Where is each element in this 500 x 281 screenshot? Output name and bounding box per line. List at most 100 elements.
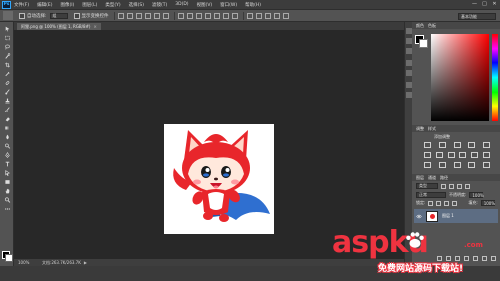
zoom-level[interactable]: 100%	[18, 260, 32, 265]
distribute-center-icon[interactable]	[213, 12, 220, 19]
posterize-icon[interactable]	[438, 162, 446, 168]
tab-styles[interactable]: 样式	[428, 126, 436, 132]
blend-mode-select[interactable]: 正常	[416, 192, 446, 198]
invert-icon[interactable]	[424, 162, 431, 168]
move-tool-icon[interactable]	[3, 25, 11, 32]
3d-scale-icon[interactable]	[282, 12, 289, 19]
menu-view[interactable]: 视图(V)	[197, 2, 213, 8]
tab-color[interactable]: 颜色	[416, 23, 424, 29]
tab-channels[interactable]: 通道	[428, 175, 436, 181]
photo-filter-icon[interactable]	[459, 152, 467, 158]
panel-background-swatch[interactable]	[419, 39, 428, 48]
status-menu-arrow-icon[interactable]: ▶	[84, 260, 87, 265]
brightness-icon[interactable]	[424, 142, 431, 148]
filter-type-icon[interactable]	[457, 183, 462, 189]
quick-select-tool-icon[interactable]	[3, 52, 11, 59]
3d-slide-icon[interactable]	[273, 12, 280, 19]
maximize-button[interactable]: □	[481, 1, 488, 7]
align-right-icon[interactable]	[162, 12, 169, 19]
filter-shape-icon[interactable]	[465, 183, 470, 189]
eyedropper-tool-icon[interactable]	[3, 70, 11, 77]
clone-stamp-tool-icon[interactable]	[3, 97, 11, 104]
distribute-left-icon[interactable]	[204, 12, 211, 19]
marquee-tool-icon[interactable]	[3, 34, 11, 41]
black-white-icon[interactable]	[447, 152, 455, 158]
menu-layer[interactable]: 图层(L)	[82, 2, 97, 8]
selective-color-icon[interactable]	[483, 162, 490, 168]
align-top-icon[interactable]	[117, 12, 124, 19]
color-balance-icon[interactable]	[435, 152, 443, 158]
menu-help[interactable]: 帮助(H)	[245, 2, 261, 8]
distribute-middle-icon[interactable]	[186, 12, 193, 19]
rectangle-tool-icon[interactable]	[3, 178, 11, 185]
healing-brush-tool-icon[interactable]	[3, 79, 11, 86]
filter-adjustment-icon[interactable]	[449, 183, 454, 189]
threshold-icon[interactable]	[453, 162, 461, 168]
align-bottom-icon[interactable]	[135, 12, 142, 19]
close-button[interactable]: ✕	[491, 1, 498, 7]
distribute-right-icon[interactable]	[222, 12, 229, 19]
show-transform-checkbox[interactable]	[73, 12, 80, 19]
menu-type[interactable]: 类型(Y)	[105, 2, 120, 8]
hue-saturation-icon[interactable]	[424, 152, 431, 158]
move-tool-preset-icon[interactable]	[3, 11, 13, 20]
menu-window[interactable]: 窗口(W)	[220, 2, 237, 8]
minimize-button[interactable]: —	[471, 1, 478, 7]
hand-tool-icon[interactable]	[3, 187, 11, 194]
blur-tool-icon[interactable]	[3, 133, 11, 140]
distribute-top-icon[interactable]	[177, 12, 184, 19]
curves-icon[interactable]	[453, 142, 461, 148]
lasso-tool-icon[interactable]	[3, 43, 11, 50]
align-left-icon[interactable]	[144, 12, 151, 19]
align-center-icon[interactable]	[153, 12, 160, 19]
menu-edit[interactable]: 编辑(E)	[37, 2, 52, 8]
gradient-tool-icon[interactable]	[3, 124, 11, 131]
levels-icon[interactable]	[438, 142, 446, 148]
zoom-tool-icon[interactable]	[3, 196, 11, 203]
eraser-tool-icon[interactable]	[3, 115, 11, 122]
auto-select-dropdown[interactable]: 组	[49, 12, 68, 19]
auto-select-checkbox[interactable]	[19, 12, 25, 19]
auto-align-icon[interactable]	[231, 12, 238, 19]
crop-tool-icon[interactable]	[3, 61, 11, 68]
close-tab-icon[interactable]: ×	[93, 24, 96, 29]
type-tool-icon[interactable]	[3, 160, 11, 167]
visibility-eye-icon[interactable]	[416, 214, 422, 219]
workspace-switcher[interactable]: 基本功能	[458, 13, 496, 20]
menu-filter[interactable]: 滤镜(T)	[152, 2, 167, 8]
document-canvas[interactable]	[164, 124, 274, 234]
layer-name[interactable]: 图层 1	[442, 213, 454, 219]
pen-tool-icon[interactable]	[3, 151, 11, 158]
tab-swatches[interactable]: 色板	[428, 23, 436, 29]
gradient-map-icon[interactable]	[468, 162, 476, 168]
3d-rotate-icon[interactable]	[255, 12, 262, 19]
distribute-bottom-icon[interactable]	[195, 12, 202, 19]
opacity-input[interactable]: 100%	[469, 192, 484, 198]
more-tools-icon[interactable]	[3, 205, 11, 212]
tab-adjustments[interactable]: 调整	[416, 126, 424, 132]
color-picker-field[interactable]	[431, 34, 489, 121]
filter-pixel-icon[interactable]	[441, 183, 446, 189]
document-tab[interactable]: 阿狸.png @ 100% (图层 1, RGB/8#) ×	[17, 23, 101, 30]
path-selection-tool-icon[interactable]	[3, 169, 11, 176]
lock-transparency-icon[interactable]	[428, 200, 434, 206]
3d-mode-icon[interactable]	[246, 12, 253, 19]
dodge-tool-icon[interactable]	[3, 142, 11, 149]
vibrance-icon[interactable]	[483, 142, 490, 148]
menu-select[interactable]: 选择(S)	[129, 2, 144, 8]
align-middle-icon[interactable]	[126, 12, 133, 19]
color-lookup-icon[interactable]	[482, 152, 490, 158]
tab-layers[interactable]: 图层	[416, 175, 424, 181]
layer-row[interactable]: 图层 1	[414, 209, 498, 223]
3d-pan-icon[interactable]	[264, 12, 271, 19]
lock-pixels-icon[interactable]	[436, 200, 442, 206]
brush-tool-icon[interactable]	[3, 88, 11, 95]
menu-file[interactable]: 文件(F)	[14, 2, 29, 8]
tab-paths[interactable]: 路径	[440, 175, 448, 181]
history-brush-tool-icon[interactable]	[3, 106, 11, 113]
hue-slider[interactable]	[492, 34, 498, 121]
menu-3d[interactable]: 3D(D)	[175, 2, 188, 7]
exposure-icon[interactable]	[468, 142, 476, 148]
layer-kind-filter[interactable]: 类型	[416, 183, 438, 189]
lock-all-icon[interactable]	[452, 200, 458, 206]
